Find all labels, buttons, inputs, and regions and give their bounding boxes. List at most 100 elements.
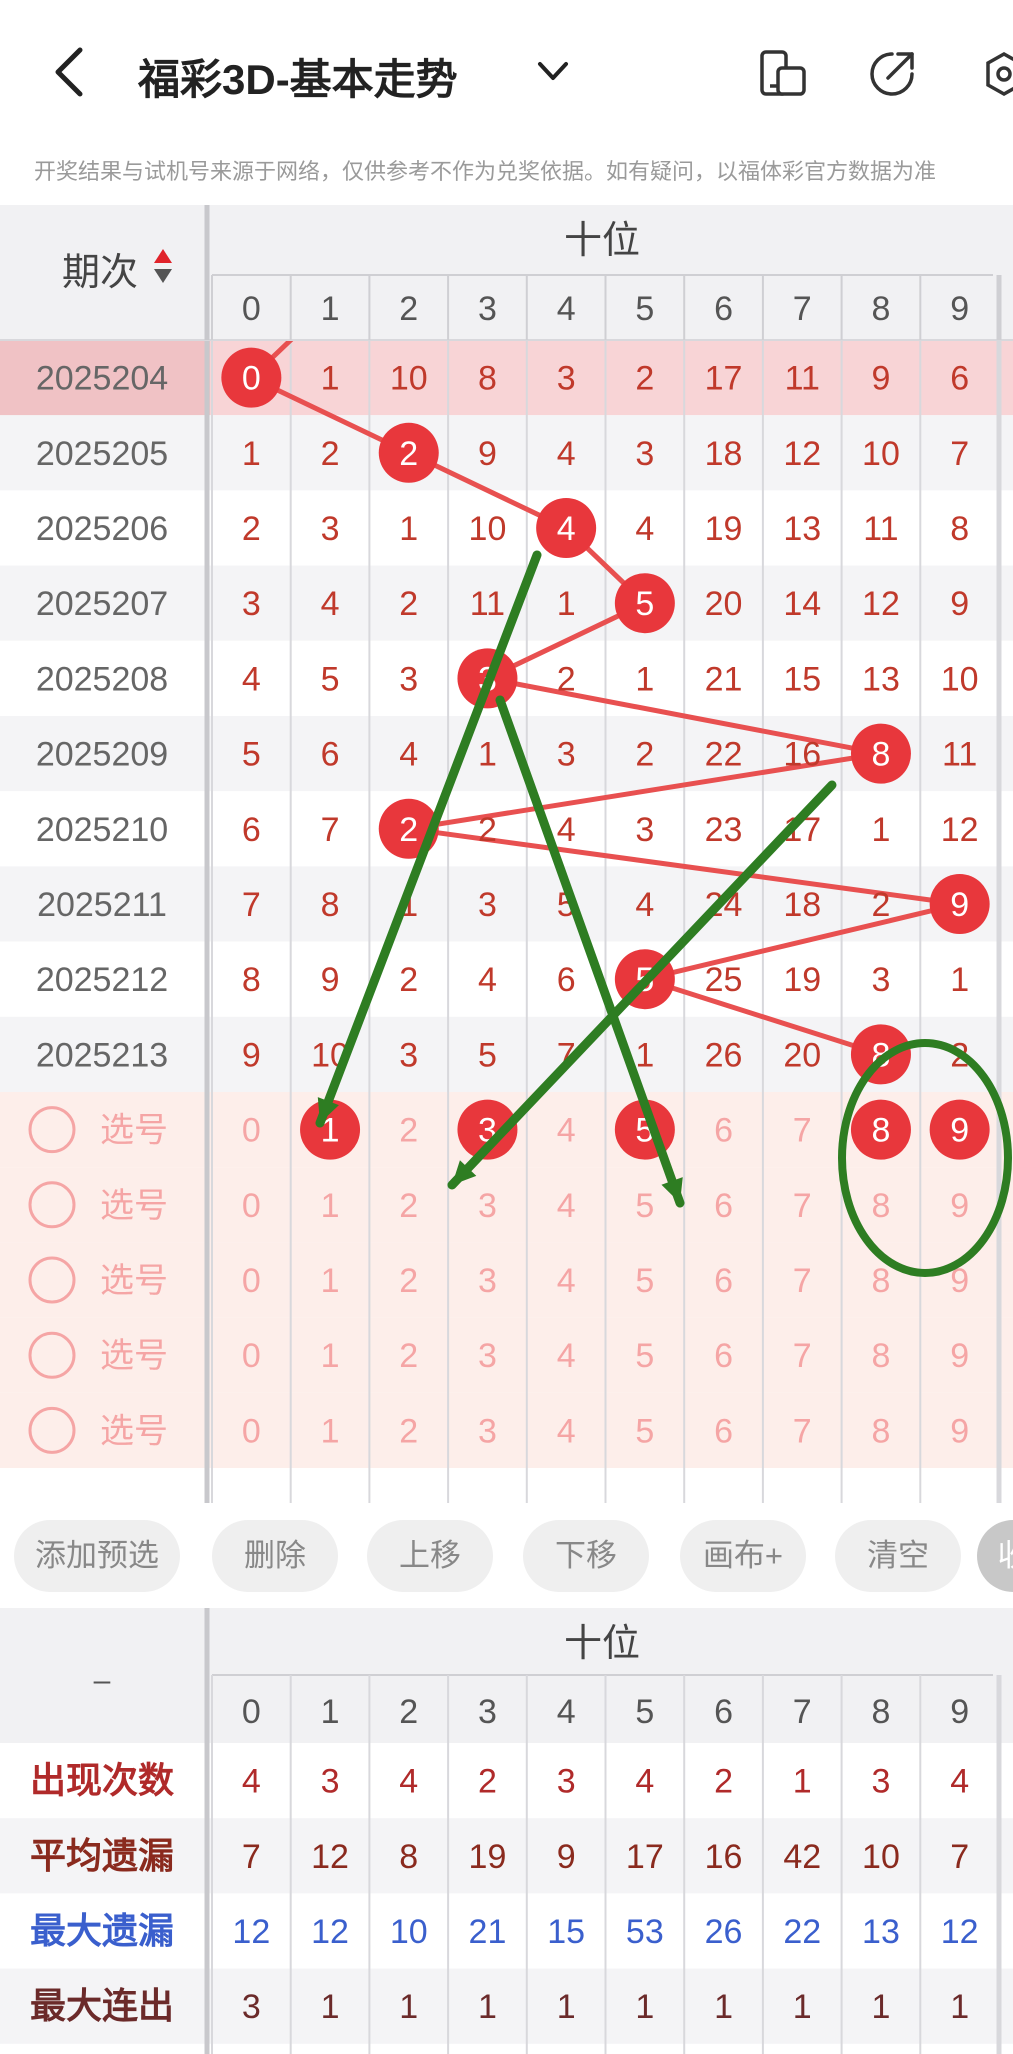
pick-number[interactable]: 3 bbox=[478, 1412, 497, 1450]
pick-number[interactable]: 9 bbox=[950, 1412, 969, 1450]
stats-column-header: 0 bbox=[242, 1693, 261, 1731]
period-header[interactable]: 期次 bbox=[62, 252, 138, 294]
pick-number[interactable]: 6 bbox=[714, 1412, 733, 1450]
hit-number: 4 bbox=[557, 510, 576, 548]
period-cell[interactable]: 2025211 bbox=[37, 886, 167, 924]
cell-value: 2 bbox=[635, 736, 654, 774]
pick-number[interactable]: 2 bbox=[399, 1412, 418, 1450]
period-cell[interactable]: 2025208 bbox=[36, 660, 168, 698]
add-preselect-button[interactable]: 添加预选 bbox=[14, 1520, 180, 1592]
pick-number[interactable]: 4 bbox=[557, 1187, 576, 1225]
period-cell[interactable]: 2025207 bbox=[36, 585, 168, 623]
cell-value: 9 bbox=[950, 585, 969, 623]
pick-row-label[interactable]: 选号 bbox=[100, 1262, 168, 1300]
pick-number[interactable]: 8 bbox=[871, 1337, 890, 1375]
pick-number[interactable]: 9 bbox=[950, 1187, 969, 1225]
stats-column-header: 6 bbox=[714, 1693, 733, 1731]
pick-number[interactable]: 0 bbox=[242, 1112, 261, 1150]
page-title[interactable]: 福彩3D-基本走势 bbox=[138, 46, 458, 107]
pick-number[interactable]: 2 bbox=[399, 1112, 418, 1150]
stats-value: 4 bbox=[399, 1763, 418, 1801]
cell-value: 1 bbox=[871, 811, 890, 849]
settings-gear-icon[interactable] bbox=[984, 48, 1013, 100]
pick-number[interactable]: 6 bbox=[714, 1262, 733, 1300]
pick-row-label[interactable]: 选号 bbox=[100, 1412, 168, 1450]
pick-number[interactable]: 8 bbox=[871, 1262, 890, 1300]
pick-number[interactable]: 7 bbox=[793, 1412, 812, 1450]
pick-number[interactable]: 1 bbox=[321, 1337, 340, 1375]
cell-value: 14 bbox=[783, 585, 821, 623]
group-header: 十位 bbox=[564, 220, 640, 262]
stats-value: 7 bbox=[950, 1838, 969, 1876]
cell-value: 3 bbox=[635, 435, 654, 473]
pick-number[interactable]: 5 bbox=[635, 1187, 654, 1225]
move-up-button[interactable]: 上移 bbox=[367, 1520, 493, 1592]
collapse-button[interactable]: 收 bbox=[977, 1520, 1013, 1592]
pick-number[interactable]: 7 bbox=[793, 1187, 812, 1225]
pick-number[interactable]: 4 bbox=[557, 1412, 576, 1450]
pick-number[interactable]: 4 bbox=[557, 1262, 576, 1300]
hit-number: 9 bbox=[950, 886, 969, 924]
pick-number[interactable]: 6 bbox=[714, 1337, 733, 1375]
pick-number[interactable]: 1 bbox=[321, 1412, 340, 1450]
pick-number[interactable]: 6 bbox=[714, 1112, 733, 1150]
cell-value: 1 bbox=[635, 1036, 654, 1074]
period-cell[interactable]: 2025213 bbox=[36, 1036, 168, 1074]
pick-number[interactable]: 0 bbox=[242, 1262, 261, 1300]
stats-value: 15 bbox=[547, 1913, 585, 1951]
back-arrow-icon[interactable] bbox=[50, 44, 90, 100]
pick-number[interactable]: 3 bbox=[478, 1337, 497, 1375]
pick-number[interactable]: 1 bbox=[321, 1262, 340, 1300]
selected-number[interactable]: 8 bbox=[871, 1112, 890, 1150]
pick-number[interactable]: 5 bbox=[635, 1337, 654, 1375]
pick-number[interactable]: 6 bbox=[714, 1187, 733, 1225]
stats-value: 1 bbox=[557, 1988, 576, 2026]
stats-value: 1 bbox=[950, 1988, 969, 2026]
pick-number[interactable]: 8 bbox=[871, 1187, 890, 1225]
pick-number[interactable]: 7 bbox=[793, 1337, 812, 1375]
pick-number[interactable]: 7 bbox=[793, 1112, 812, 1150]
hit-number: 2 bbox=[399, 811, 418, 849]
period-cell[interactable]: 2025210 bbox=[36, 811, 168, 849]
period-cell[interactable]: 2025206 bbox=[36, 510, 168, 548]
chevron-down-icon[interactable] bbox=[536, 56, 570, 86]
move-down-button[interactable]: 下移 bbox=[523, 1520, 649, 1592]
pick-number[interactable]: 5 bbox=[635, 1262, 654, 1300]
cell-value: 11 bbox=[470, 585, 505, 623]
cell-value: 9 bbox=[478, 435, 497, 473]
share-icon[interactable] bbox=[866, 48, 918, 100]
pick-row-label[interactable]: 选号 bbox=[100, 1187, 168, 1225]
period-cell[interactable]: 2025204 bbox=[36, 360, 168, 398]
pick-number[interactable]: 4 bbox=[557, 1112, 576, 1150]
pick-number[interactable]: 2 bbox=[399, 1337, 418, 1375]
selected-number[interactable]: 9 bbox=[950, 1112, 969, 1150]
pick-number[interactable]: 9 bbox=[950, 1337, 969, 1375]
pick-number[interactable]: 3 bbox=[478, 1262, 497, 1300]
pick-number[interactable]: 7 bbox=[793, 1262, 812, 1300]
pick-row-label[interactable]: 选号 bbox=[100, 1112, 168, 1150]
pick-number[interactable]: 1 bbox=[321, 1187, 340, 1225]
delete-button[interactable]: 删除 bbox=[212, 1520, 338, 1592]
cell-value: 9 bbox=[871, 360, 890, 398]
pick-number[interactable]: 8 bbox=[871, 1412, 890, 1450]
pick-number[interactable]: 2 bbox=[399, 1262, 418, 1300]
period-cell[interactable]: 2025209 bbox=[36, 736, 168, 774]
period-cell[interactable]: 2025205 bbox=[36, 435, 168, 473]
pick-row-label[interactable]: 选号 bbox=[100, 1337, 168, 1375]
phone-layout-icon[interactable] bbox=[758, 48, 808, 100]
pick-number[interactable]: 5 bbox=[635, 1412, 654, 1450]
pick-number[interactable]: 4 bbox=[557, 1337, 576, 1375]
cell-value: 5 bbox=[478, 1036, 497, 1074]
clear-button[interactable]: 清空 bbox=[835, 1520, 961, 1592]
cell-value: 11 bbox=[942, 736, 977, 774]
pick-number[interactable]: 0 bbox=[242, 1412, 261, 1450]
pick-number[interactable]: 3 bbox=[478, 1187, 497, 1225]
canvas-add-button[interactable]: 画布+ bbox=[680, 1520, 806, 1592]
pick-number[interactable]: 2 bbox=[399, 1187, 418, 1225]
pick-number[interactable]: 0 bbox=[242, 1187, 261, 1225]
stats-value: 26 bbox=[705, 1913, 743, 1951]
cell-value: 5 bbox=[242, 736, 261, 774]
cell-value: 1 bbox=[557, 585, 576, 623]
period-cell[interactable]: 2025212 bbox=[36, 961, 168, 999]
pick-number[interactable]: 0 bbox=[242, 1337, 261, 1375]
